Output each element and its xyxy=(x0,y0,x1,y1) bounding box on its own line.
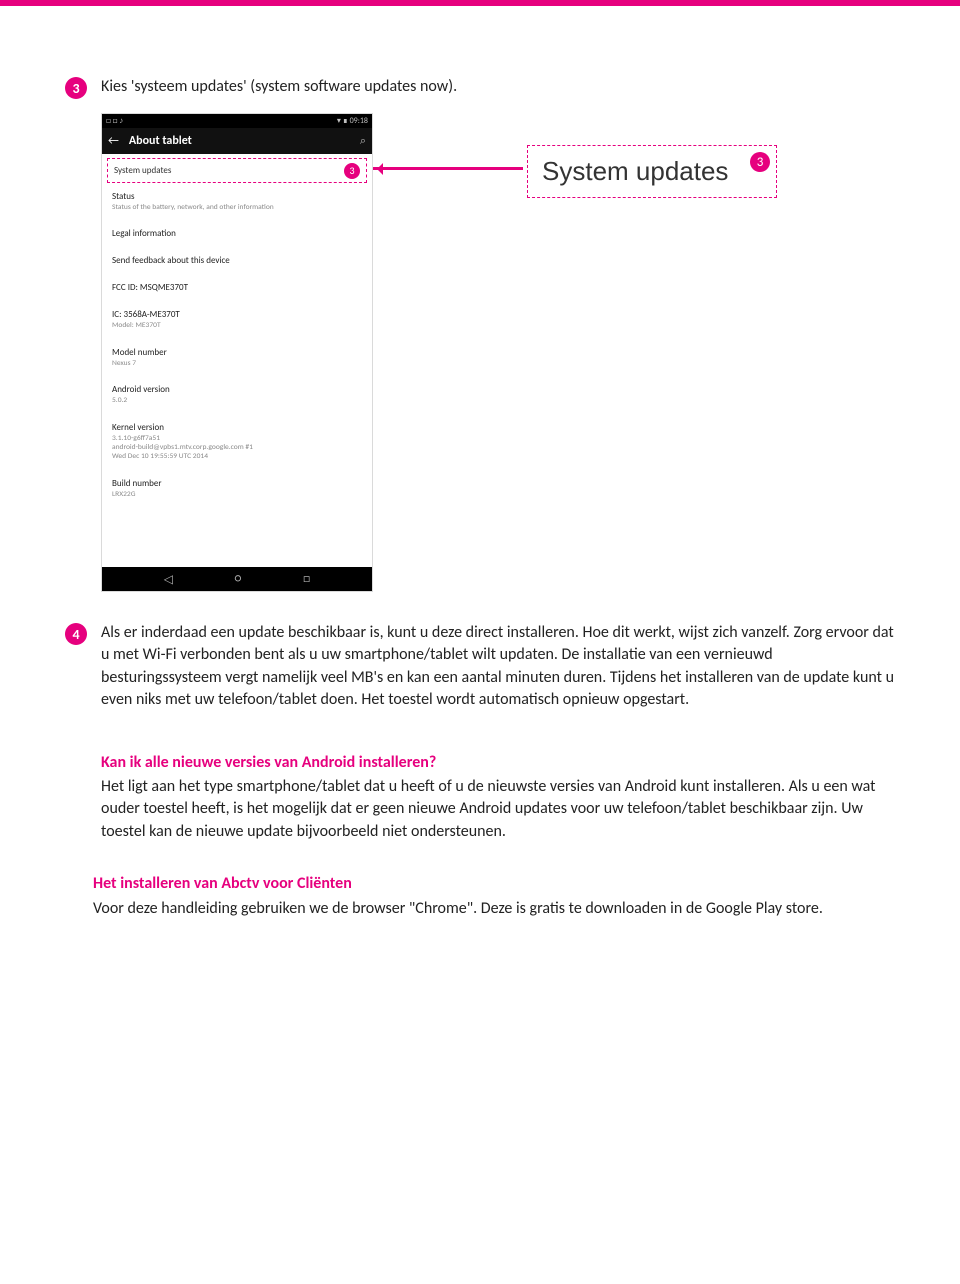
nav-back-icon[interactable]: ◁ xyxy=(164,572,173,587)
item-label: Send feedback about this device xyxy=(112,255,362,266)
back-arrow-icon[interactable]: ← xyxy=(108,134,119,148)
tablet-nav-bar: ◁ ○ □ xyxy=(102,567,372,591)
list-item[interactable]: FCC ID: MSQME370T xyxy=(102,274,372,301)
search-icon[interactable]: ⌕ xyxy=(360,134,366,148)
info-body: Het ligt aan het type smartphone/tablet … xyxy=(101,776,895,843)
system-updates-callout: System updates 3 xyxy=(527,145,777,198)
item-sub: Model: ME370T xyxy=(112,321,362,330)
item-label: Status xyxy=(112,191,362,202)
status-right-time: ▾ ∎ 09:18 xyxy=(337,116,368,126)
item-label: Legal information xyxy=(112,228,362,239)
status-left-icons: □ □ ♪ xyxy=(106,116,123,126)
tablet-screenshot: □ □ ♪ ▾ ∎ 09:18 ← About tablet ⌕ System … xyxy=(101,113,373,592)
item-label: Android version xyxy=(112,384,362,395)
item-sub: 5.0.2 xyxy=(112,396,362,405)
info-block-android-versions: Kan ik alle nieuwe versies van Android i… xyxy=(101,752,895,844)
step-4-text: Als er inderdaad een update beschikbaar … xyxy=(101,622,895,712)
item-label: FCC ID: MSQME370T xyxy=(112,282,362,293)
item-label: Build number xyxy=(112,478,362,489)
step-4-row: 4 Als er inderdaad een update beschikbaa… xyxy=(65,622,895,712)
install-body: Voor deze handleiding gebruiken we de br… xyxy=(93,898,895,920)
callout-text: System updates xyxy=(542,156,728,186)
step-3-badge: 3 xyxy=(65,77,87,99)
install-abctv-block: Het installeren van Abctv voor Cliënten … xyxy=(93,873,895,920)
step-3-text: Kies 'systeem updates' (system software … xyxy=(101,76,895,98)
illustration-row: □ □ ♪ ▾ ∎ 09:18 ← About tablet ⌕ System … xyxy=(101,113,895,592)
step-3-row: 3 Kies 'systeem updates' (system softwar… xyxy=(65,76,895,99)
callout-badge-3: 3 xyxy=(750,152,770,172)
tablet-status-bar: □ □ ♪ ▾ ∎ 09:18 xyxy=(102,114,372,128)
install-heading: Het installeren van Abctv voor Cliënten xyxy=(93,873,895,895)
document-page: 3 Kies 'systeem updates' (system softwar… xyxy=(0,6,960,960)
item-sub: 3.1.10-g6ff7a51 android-build@vpbs1.mtv.… xyxy=(112,434,362,462)
list-item[interactable]: Build number LRX22G xyxy=(102,470,372,507)
highlight-badge-3: 3 xyxy=(344,163,360,179)
list-item[interactable]: Send feedback about this device xyxy=(102,247,372,274)
step-4-badge: 4 xyxy=(65,623,87,645)
list-item[interactable]: Kernel version 3.1.10-g6ff7a51 android-b… xyxy=(102,414,372,470)
list-item[interactable]: Legal information xyxy=(102,220,372,247)
list-item[interactable]: Status Status of the battery, network, a… xyxy=(102,183,372,220)
system-updates-label: System updates xyxy=(114,165,171,176)
list-item[interactable]: IC: 3568A-ME370T Model: ME370T xyxy=(102,301,372,338)
system-updates-row[interactable]: System updates 3 xyxy=(107,158,367,183)
info-heading: Kan ik alle nieuwe versies van Android i… xyxy=(101,752,895,774)
callout-connector-line xyxy=(373,167,523,170)
item-sub: Status of the battery, network, and othe… xyxy=(112,203,362,212)
item-label: Model number xyxy=(112,347,362,358)
tablet-header-title: About tablet xyxy=(129,134,360,148)
nav-home-icon[interactable]: ○ xyxy=(235,572,242,586)
item-label: IC: 3568A-ME370T xyxy=(112,309,362,320)
list-item[interactable]: Model number Nexus 7 xyxy=(102,339,372,376)
nav-recent-icon[interactable]: □ xyxy=(303,572,310,586)
tablet-blank-area xyxy=(102,507,372,567)
item-sub: Nexus 7 xyxy=(112,359,362,368)
tablet-header: ← About tablet ⌕ xyxy=(102,128,372,154)
list-item[interactable]: Android version 5.0.2 xyxy=(102,376,372,413)
item-label: Kernel version xyxy=(112,422,362,433)
item-sub: LRX22G xyxy=(112,490,362,499)
